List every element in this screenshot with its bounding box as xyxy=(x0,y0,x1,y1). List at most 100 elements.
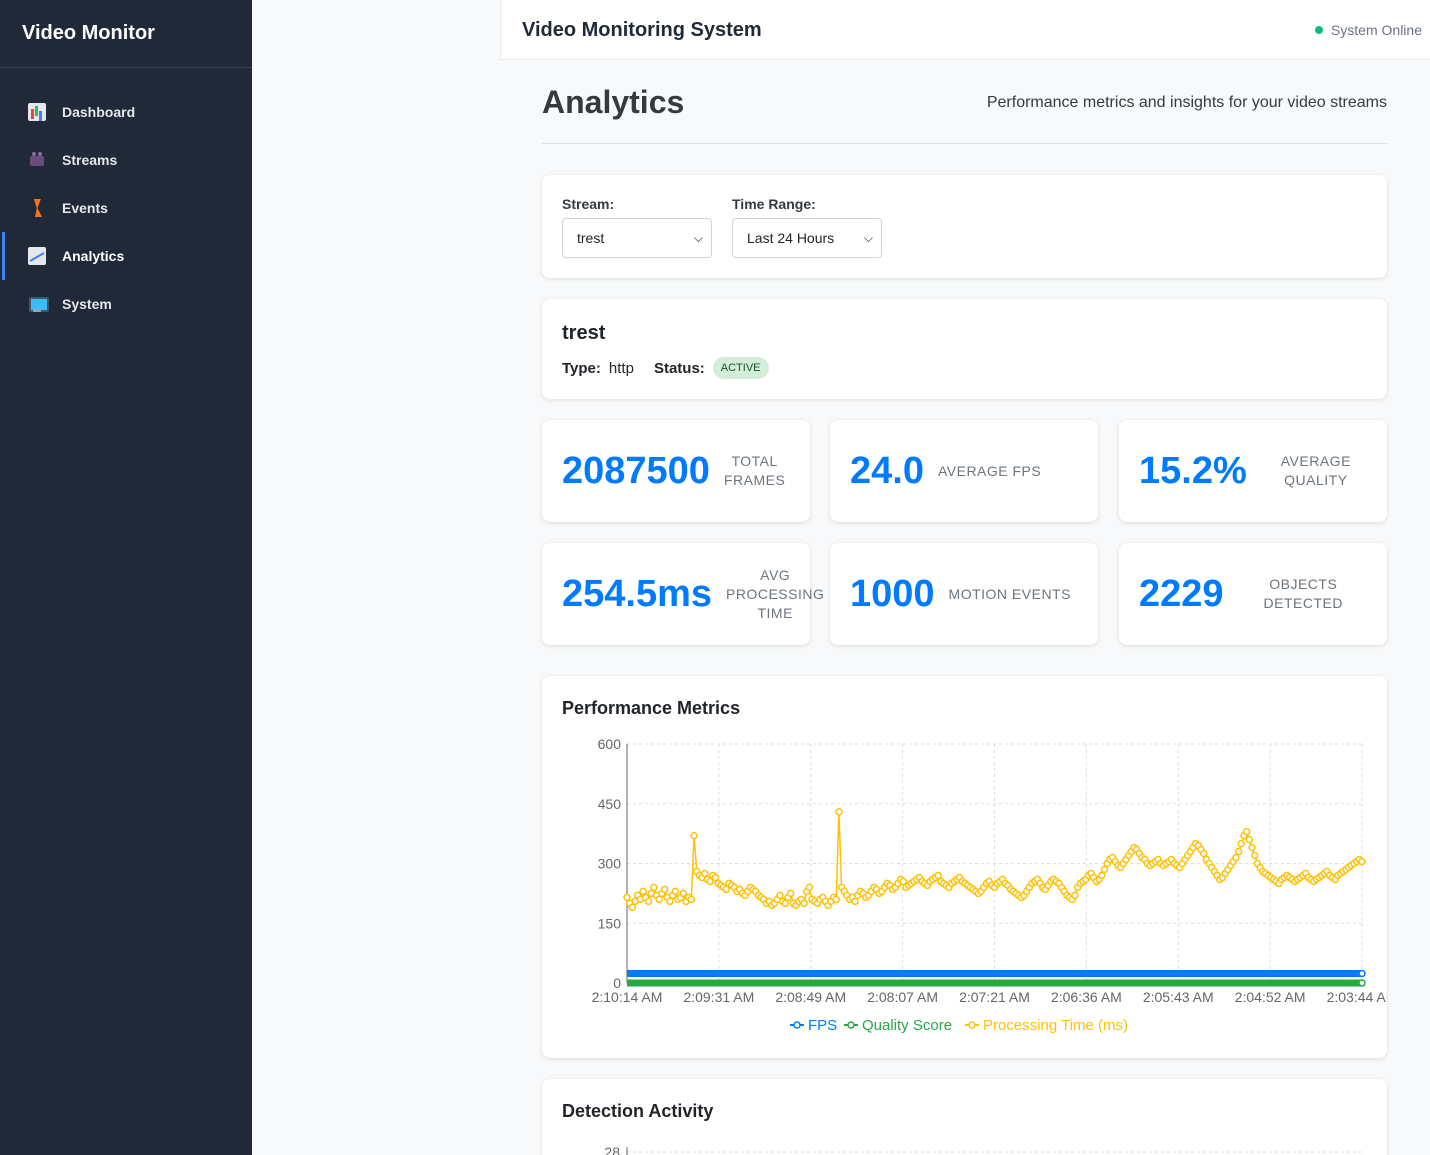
point-processing-time xyxy=(1098,871,1106,880)
point-processing-time xyxy=(835,807,843,816)
x-tick-label: 2:09:31 AM xyxy=(683,989,754,1005)
sidebar-item-label: Analytics xyxy=(62,248,125,264)
point-processing-time xyxy=(722,885,731,894)
stat-value: 2229 xyxy=(1139,572,1224,615)
time-range-value: Last 24 Hours xyxy=(747,230,835,246)
camera-icon xyxy=(28,151,46,169)
point-processing-time xyxy=(655,895,663,904)
stream-type-label: Type: xyxy=(562,359,601,377)
sidebar-item-streams[interactable]: Streams xyxy=(0,136,252,184)
point-processing-time xyxy=(660,885,669,894)
stat-label: AVERAGE QUALITY xyxy=(1280,453,1351,488)
point-processing-time xyxy=(639,887,647,896)
legend-marker xyxy=(793,1021,801,1029)
stat-value: 254.5ms xyxy=(562,572,713,615)
stat-average-fps: 24.0 AVERAGE FPS xyxy=(830,420,1098,522)
stat-label: AVG PROCESSING TIME xyxy=(726,566,825,621)
system-status: System Online xyxy=(1314,22,1422,38)
series-end-point xyxy=(1358,969,1366,978)
point-processing-time xyxy=(786,889,795,898)
page-subtitle: Performance metrics and insights for you… xyxy=(986,94,1387,111)
chevron-down-icon: ⌵ xyxy=(693,230,703,245)
page-header: Analytics Performance metrics and insigh… xyxy=(542,84,1387,144)
chevron-down-icon: ⌵ xyxy=(863,230,873,245)
legend-label: FPS xyxy=(808,1017,837,1034)
point-processing-time xyxy=(805,883,814,892)
point-processing-time xyxy=(832,895,840,904)
point-processing-time xyxy=(701,869,709,878)
sidebar-item-label: Streams xyxy=(62,152,118,168)
x-tick-label: 2:04:52 AM xyxy=(1235,989,1306,1005)
point-processing-time xyxy=(934,871,942,880)
sidebar: Video Monitor Dashboard Streams Events A… xyxy=(0,0,252,1155)
brand-title: Video Monitor xyxy=(0,0,252,68)
stream-select-value: trest xyxy=(577,230,605,246)
line-chart-icon xyxy=(28,247,46,265)
point-processing-time xyxy=(679,889,688,898)
stat-objects-detected: 2229 OBJECTS DETECTED xyxy=(1119,543,1387,645)
stat-label: TOTAL FRAMES xyxy=(723,453,786,488)
stream-status-label: Status: xyxy=(653,359,705,377)
y-tick-label: 28 xyxy=(604,1144,620,1155)
x-tick-label: 2:07:21 AM xyxy=(959,989,1030,1005)
topbar: Video Monitoring System System Online xyxy=(500,0,1430,60)
stream-select[interactable]: trest ⌵ xyxy=(562,218,712,258)
point-processing-time xyxy=(776,891,784,900)
stream-type-value: http xyxy=(608,359,634,377)
point-processing-time xyxy=(690,831,698,840)
sidebar-item-events[interactable]: Events xyxy=(0,184,252,232)
point-processing-time xyxy=(1234,847,1243,856)
status-dot-icon xyxy=(1314,26,1323,34)
x-tick-label: 2:06:36 AM xyxy=(1051,989,1122,1005)
point-processing-time xyxy=(706,877,714,886)
stat-label: AVERAGE FPS xyxy=(937,462,1042,479)
x-tick-label: 2:10:14 AM xyxy=(592,989,663,1005)
stream-meta: Type: http Status: ACTIVE xyxy=(562,357,769,379)
sidebar-item-dashboard[interactable]: Dashboard xyxy=(0,88,252,136)
monitor-icon xyxy=(28,295,49,313)
sidebar-item-system[interactable]: System xyxy=(0,280,252,328)
stat-total-frames: 2087500 TOTAL FRAMES xyxy=(542,420,810,522)
sidebar-item-analytics[interactable]: Analytics xyxy=(0,232,252,280)
time-range-filter: Time Range: Last 24 Hours ⌵ xyxy=(732,196,882,258)
detection-chart: 28 xyxy=(604,1144,1362,1155)
point-processing-time xyxy=(1237,839,1246,848)
point-processing-time xyxy=(899,877,908,886)
sidebar-item-label: Events xyxy=(62,200,108,216)
stat-value: 2087500 xyxy=(562,449,710,492)
point-processing-time xyxy=(644,897,653,906)
bar-chart-icon xyxy=(28,103,46,121)
y-tick-label: 450 xyxy=(598,796,622,812)
point-processing-time xyxy=(1358,857,1366,866)
sidebar-item-label: System xyxy=(62,296,112,312)
legend-marker xyxy=(968,1021,976,1029)
point-processing-time xyxy=(781,899,790,908)
detection-chart-card: Detection Activity 28 xyxy=(542,1079,1387,1155)
stat-value: 15.2% xyxy=(1139,449,1247,492)
point-processing-time xyxy=(1248,843,1256,852)
stat-average-quality: 15.2% AVERAGE QUALITY xyxy=(1119,420,1387,522)
point-processing-time xyxy=(1250,851,1259,860)
performance-chart: 01503004506002:10:14 AM 2:09:31 AM 2:08:49… xyxy=(592,736,1387,1034)
point-processing-time xyxy=(687,895,696,904)
point-processing-time xyxy=(851,897,859,906)
point-processing-time xyxy=(800,899,808,908)
time-range-select[interactable]: Last 24 Hours ⌵ xyxy=(732,218,882,258)
series-end-point xyxy=(1358,979,1366,987)
x-tick-label: 2:03:44 AM xyxy=(1327,989,1387,1005)
stream-filter: Stream: trest ⌵ xyxy=(562,196,712,258)
stat-label: MOTION EVENTS xyxy=(948,585,1071,602)
stat-avg-processing-time: 254.5ms AVG PROCESSING TIME xyxy=(542,543,824,645)
stream-name: trest xyxy=(562,322,606,344)
legend-marker xyxy=(847,1021,855,1029)
legend-label: Processing Time (ms) xyxy=(983,1017,1128,1034)
point-processing-time xyxy=(1199,849,1208,858)
stat-value: 24.0 xyxy=(850,449,924,492)
point-processing-time xyxy=(711,873,720,882)
point-processing-time xyxy=(1232,853,1240,862)
filters-card: Stream: trest ⌵ Time Range: Last 24 Hour… xyxy=(542,175,1387,278)
stat-motion-events: 1000 MOTION EVENTS xyxy=(830,543,1098,645)
x-tick-label: 2:08:07 AM xyxy=(867,989,938,1005)
stream-info-card: trest Type: http Status: ACTIVE xyxy=(542,299,1387,399)
time-range-label: Time Range: xyxy=(732,196,816,212)
